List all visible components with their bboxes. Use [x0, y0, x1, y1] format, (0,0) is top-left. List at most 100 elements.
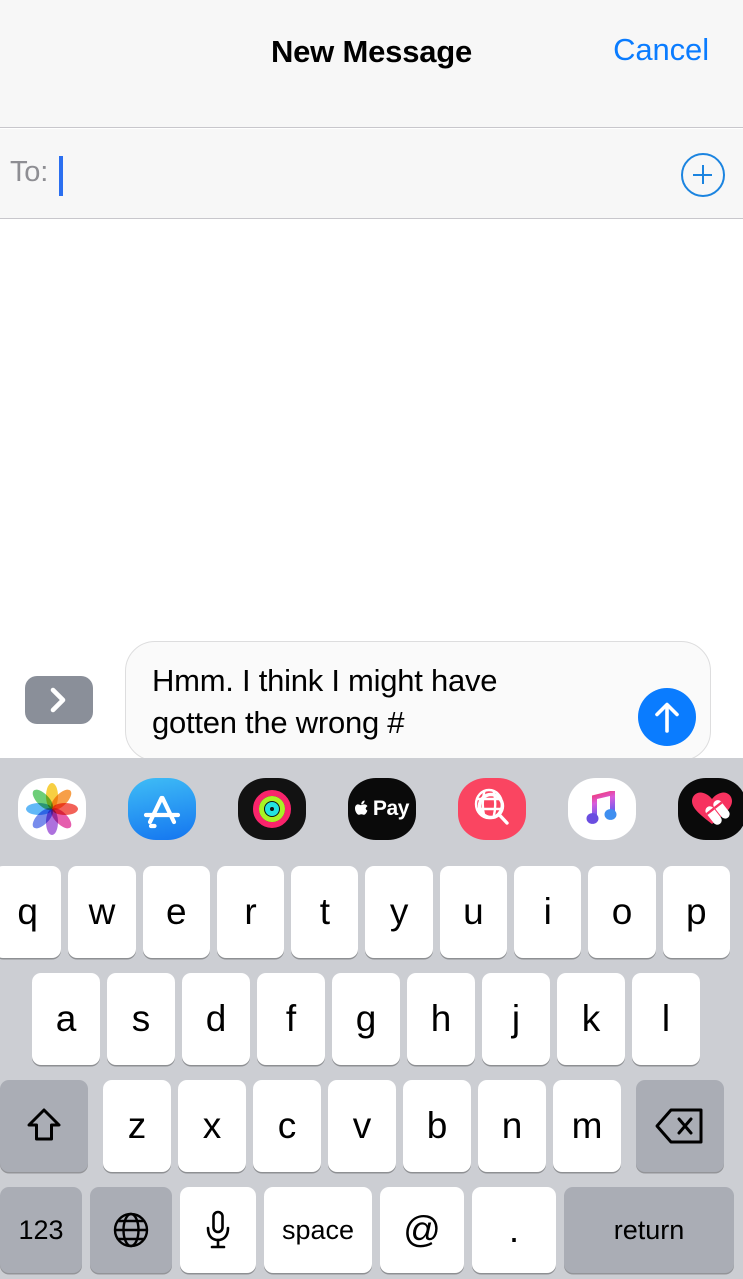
heart-fingers-glyph	[692, 792, 732, 825]
key-k[interactable]: k	[557, 973, 625, 1065]
key-s[interactable]: s	[107, 973, 175, 1065]
apple-pay-icon[interactable]: Pay	[348, 778, 416, 840]
return-key[interactable]: return	[564, 1187, 734, 1273]
key-n[interactable]: n	[478, 1080, 546, 1172]
app-store-icon[interactable]	[128, 778, 196, 840]
key-label: e	[165, 891, 187, 932]
key-x[interactable]: x	[178, 1080, 246, 1172]
apple-music-icon[interactable]	[568, 778, 636, 840]
compose-row: Hmm. I think I might have gotten the wro…	[0, 628, 743, 761]
key-label: h	[430, 998, 452, 1039]
recipient-field-row[interactable]: To:	[0, 129, 743, 219]
backspace-key[interactable]	[636, 1080, 724, 1172]
key-label: x	[202, 1105, 222, 1146]
key-label: d	[205, 998, 227, 1039]
space-key[interactable]: space	[264, 1187, 372, 1273]
key-u[interactable]: u	[439, 866, 508, 958]
key-o[interactable]: o	[588, 866, 656, 958]
conversation-area: Hmm. I think I might have gotten the wro…	[0, 220, 743, 761]
key-m[interactable]: m	[553, 1080, 621, 1172]
key-label: w	[88, 891, 116, 932]
key-t[interactable]: t	[291, 866, 359, 958]
activity-icon[interactable]	[238, 778, 306, 840]
keyboard-row-2: as d f g hjk l	[0, 973, 743, 1065]
key-label: l	[661, 998, 671, 1039]
microphone-icon	[206, 1210, 230, 1249]
key-label: r	[244, 891, 257, 932]
key-label: s	[131, 998, 151, 1039]
key-label: c	[277, 1105, 297, 1146]
key-h[interactable]: h	[407, 973, 475, 1065]
message-text: Hmm. I think I might have gotten the wro…	[152, 663, 498, 740]
key-label: space	[281, 1214, 355, 1245]
gif-search-glyph	[474, 788, 509, 825]
app-store-glyph	[143, 795, 181, 829]
apple-pay-label: Pay	[372, 797, 410, 820]
key-i[interactable]: i	[514, 866, 582, 958]
key-label: 123	[18, 1214, 64, 1245]
key-label: u	[463, 891, 484, 932]
music-note-glyph	[586, 791, 617, 824]
key-r[interactable]: r	[216, 866, 285, 958]
shift-key[interactable]	[0, 1080, 88, 1172]
photos-icon[interactable]	[18, 778, 86, 840]
key-v[interactable]: v	[328, 1080, 396, 1172]
key-b[interactable]: b	[403, 1080, 471, 1172]
keyboard-row-4: 123 space @. return	[0, 1187, 743, 1273]
digital-touch-icon[interactable]	[678, 778, 743, 840]
key-q[interactable]: q	[0, 866, 62, 958]
globe-key[interactable]	[90, 1187, 172, 1273]
dictation-key[interactable]	[180, 1187, 256, 1273]
apple-logo-icon	[354, 800, 368, 815]
navigation-bar: New Message Cancel	[0, 0, 743, 128]
messages-new-message-screen: New Message Cancel To: Hmm. I think I mi…	[0, 0, 743, 1279]
key-label: g	[355, 998, 377, 1039]
shift-icon	[27, 1108, 61, 1141]
key-label: z	[127, 1105, 147, 1146]
period-key[interactable]: .	[472, 1187, 556, 1273]
key-z[interactable]: z	[103, 1080, 171, 1172]
keyboard-row-3: zxcvbnm	[0, 1080, 743, 1172]
at-key[interactable]: @	[380, 1187, 464, 1273]
expand-apps-button[interactable]	[25, 676, 93, 724]
key-label: v	[352, 1105, 372, 1146]
keyboard: Pay q w e r t y u i o p a s d f g h j k …	[0, 758, 743, 1279]
key-label: t	[319, 891, 330, 932]
key-w[interactable]: w	[68, 866, 136, 958]
chevron-right-icon	[50, 687, 66, 713]
imessage-app-drawer: Pay	[0, 758, 743, 858]
key-label: @	[403, 1209, 441, 1250]
images-search-icon[interactable]	[458, 778, 526, 840]
app-drawer-icons: Pay	[18, 778, 743, 840]
recipient-label: To:	[10, 156, 49, 188]
key-c[interactable]: c	[253, 1080, 321, 1172]
globe-icon	[113, 1212, 149, 1248]
key-label: q	[17, 891, 38, 932]
key-d[interactable]: d	[182, 973, 250, 1065]
key-label: b	[426, 1105, 448, 1146]
key-e[interactable]: e	[142, 866, 210, 958]
key-g[interactable]: g	[332, 973, 400, 1065]
key-label: return	[613, 1214, 685, 1245]
key-label: f	[285, 998, 297, 1039]
key-f[interactable]: f	[257, 973, 325, 1065]
key-label: o	[611, 891, 633, 932]
key-j[interactable]: j	[482, 973, 550, 1065]
key-label: k	[581, 998, 601, 1039]
key-label: i	[543, 891, 552, 932]
key-l[interactable]: l	[632, 973, 700, 1065]
plus-circle-icon[interactable]	[681, 153, 725, 197]
key-label: m	[571, 1105, 603, 1146]
arrow-up-icon	[655, 702, 679, 733]
key-p[interactable]: p	[662, 866, 730, 958]
key-label: n	[501, 1105, 523, 1146]
send-button[interactable]	[638, 688, 696, 746]
key-label: .	[508, 1209, 520, 1250]
keyboard-row-1: q w e r tyu i op	[0, 866, 737, 958]
key-a[interactable]: a	[32, 973, 100, 1065]
cancel-button[interactable]: Cancel	[613, 32, 709, 68]
backspace-icon	[655, 1108, 703, 1144]
message-input-bubble[interactable]: Hmm. I think I might have gotten the wro…	[125, 641, 711, 761]
numbers-key[interactable]: 123	[0, 1187, 82, 1273]
key-y[interactable]: y	[365, 866, 433, 958]
